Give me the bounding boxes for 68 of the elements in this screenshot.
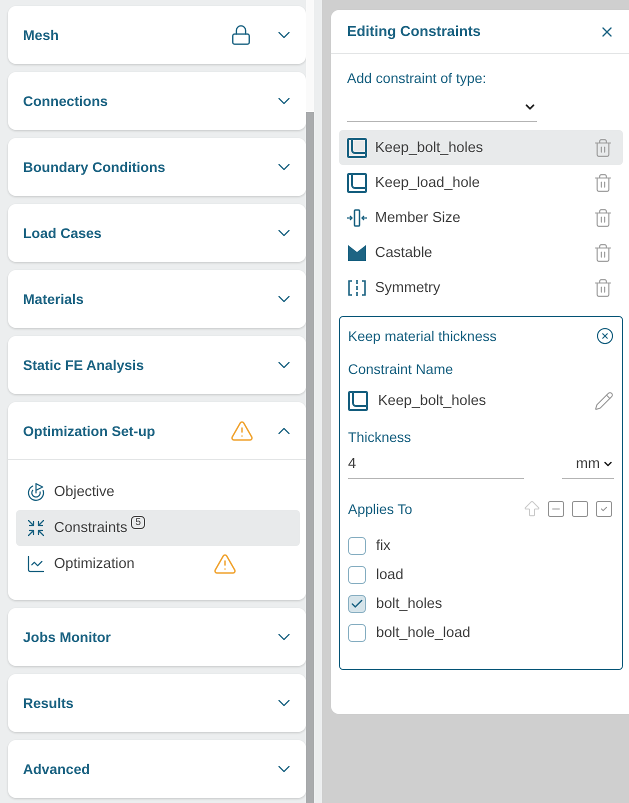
keep-region-icon xyxy=(348,391,368,411)
nav-item-label: Optimization xyxy=(54,556,135,572)
trash-icon[interactable] xyxy=(593,278,613,298)
checkbox[interactable] xyxy=(348,624,366,642)
target-icon xyxy=(26,482,46,502)
constraint-item[interactable]: Member Size xyxy=(339,200,623,235)
section-header[interactable]: Jobs Monitor xyxy=(8,608,306,666)
section-header[interactable]: Results xyxy=(8,674,306,732)
field-label: Add constraint of type: xyxy=(347,70,486,86)
checkbox[interactable] xyxy=(348,566,366,584)
checkbox-icon[interactable] xyxy=(570,499,590,519)
trash-icon[interactable] xyxy=(593,138,613,158)
nav-item[interactable]: Objective xyxy=(16,474,300,510)
warning-icon xyxy=(212,552,237,576)
deselect-all-icon[interactable] xyxy=(546,499,566,519)
target-label: bolt_hole_load xyxy=(376,624,470,640)
checkbox[interactable] xyxy=(348,594,366,612)
target-label: bolt_holes xyxy=(376,596,442,612)
target-label: fix xyxy=(376,538,390,554)
member-size-icon xyxy=(347,208,367,228)
field-label: Thickness xyxy=(348,429,412,445)
check-icon xyxy=(350,596,364,610)
section-header[interactable]: Mesh xyxy=(8,6,306,64)
constraint-name: Keep_bolt_holes xyxy=(378,393,488,409)
constraint-name: Symmetry xyxy=(375,280,440,296)
lock-icon xyxy=(230,24,252,46)
arrow-up-icon[interactable] xyxy=(522,499,542,519)
field-label: Constraint Name xyxy=(348,361,454,377)
section-header[interactable]: Advanced xyxy=(8,740,306,798)
constraint-item[interactable]: Castable xyxy=(339,235,623,270)
section-header[interactable]: Connections xyxy=(8,72,306,130)
warning-icon xyxy=(230,418,254,442)
trash-icon[interactable] xyxy=(593,172,613,192)
trash-icon[interactable] xyxy=(593,208,613,228)
constraint-item[interactable]: Symmetry xyxy=(339,270,623,305)
checkbox[interactable] xyxy=(348,536,366,554)
castable-icon xyxy=(347,242,367,262)
nav-item[interactable]: Constraints 5 xyxy=(16,510,300,546)
section-header[interactable]: Materials xyxy=(8,270,306,328)
constraint-name: Castable xyxy=(375,244,432,260)
pencil-icon[interactable] xyxy=(594,391,614,411)
symmetry-icon xyxy=(347,278,367,298)
nav-item-label: Objective xyxy=(54,484,114,500)
section-header[interactable]: Boundary Conditions xyxy=(8,138,306,196)
constraint-name: Member Size xyxy=(375,210,460,226)
field-label: Applies To xyxy=(348,501,412,517)
close-icon[interactable] xyxy=(596,327,614,345)
section-header[interactable]: Load Cases xyxy=(8,204,306,262)
shrink-arrows-icon xyxy=(26,518,46,538)
target-label: load xyxy=(376,566,404,582)
select-all-icon[interactable] xyxy=(594,499,614,519)
panel-title: Editing Constraints xyxy=(347,24,481,40)
keep-region-icon xyxy=(347,138,367,158)
constraint-item[interactable]: Keep_load_hole xyxy=(339,165,623,200)
detail-title: Keep material thickness xyxy=(348,328,497,344)
keep-region-icon xyxy=(347,172,367,192)
unit-select[interactable]: mm xyxy=(562,449,614,479)
constraint-item[interactable]: Keep_bolt_holes xyxy=(339,130,623,165)
nav-item-label: Constraints xyxy=(54,520,128,536)
nav-item[interactable]: Optimization xyxy=(16,546,300,582)
count-badge: 5 xyxy=(131,516,145,529)
thickness-field[interactable]: 4 xyxy=(348,449,524,479)
constraint-name: Keep_bolt_holes xyxy=(375,140,484,156)
scrollbar[interactable] xyxy=(306,0,314,803)
constraint-name: Keep_load_hole xyxy=(375,174,480,190)
section-header[interactable]: Static FE Analysis xyxy=(8,336,306,394)
trash-icon[interactable] xyxy=(593,242,613,262)
line-chart-icon xyxy=(26,554,46,574)
